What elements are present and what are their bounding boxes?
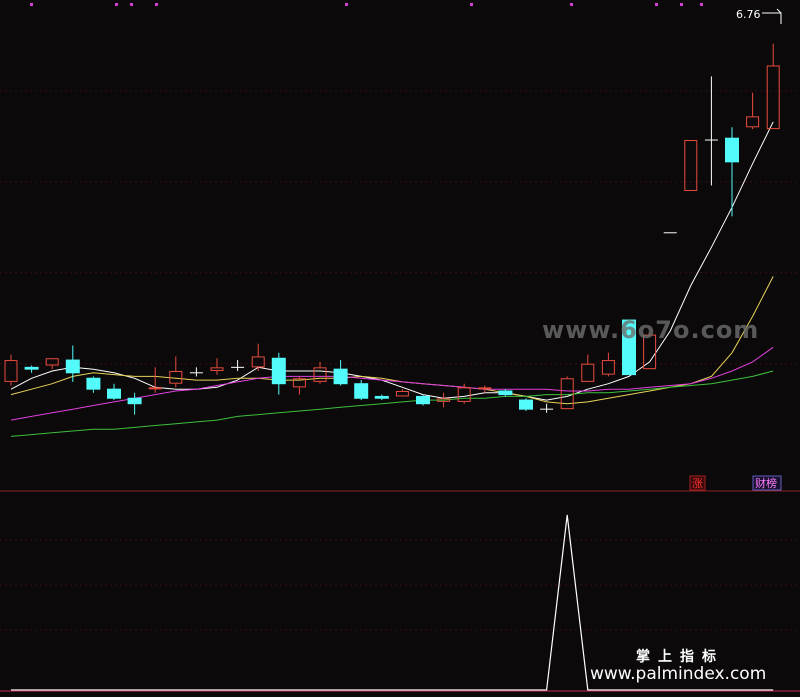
candle-24 [498, 389, 513, 397]
top-dot-1 [115, 3, 118, 6]
top-dot-8 [680, 3, 683, 6]
candle-27 [560, 376, 574, 410]
candle-body-23 [478, 387, 492, 390]
top-dot-0 [30, 3, 33, 6]
candle-body-16 [333, 368, 348, 385]
candle-25 [519, 398, 533, 411]
watermark-url: www.palmindex.com [590, 664, 766, 684]
candle-body-8 [169, 370, 183, 384]
candle-4 [86, 376, 101, 393]
candle-10 [210, 358, 224, 375]
candle-14 [292, 376, 306, 395]
candle-body-20 [416, 395, 430, 405]
top-dot-6 [570, 3, 573, 6]
top-dot-7 [655, 3, 658, 6]
candle-body-10 [210, 367, 224, 371]
candle-body-6 [127, 397, 142, 405]
ma5-line [10, 121, 774, 401]
candle-body-29 [601, 360, 615, 375]
candle-35 [725, 127, 739, 217]
candle-body-35 [725, 137, 739, 163]
candle-17 [354, 380, 369, 401]
indicator-tag-zhang: 涨 [689, 475, 706, 491]
candle-body-3 [65, 359, 80, 374]
candle-19 [395, 389, 409, 397]
candle-18 [374, 394, 389, 401]
top-dot-3 [155, 3, 158, 6]
candle-body-13 [271, 357, 286, 385]
candle-body-24 [498, 390, 513, 396]
candle-body-33 [684, 140, 698, 191]
top-marker-dots [30, 3, 703, 6]
candle-1 [24, 365, 39, 373]
last-price-label: 6.76 [736, 8, 761, 21]
candle-28 [581, 354, 595, 382]
candle-body-7 [148, 387, 162, 390]
tag-caibang-label: 财榜 [755, 476, 777, 490]
top-dot-4 [345, 3, 348, 6]
candle-5 [107, 383, 121, 401]
price-arrow-icon [762, 8, 782, 24]
indicator-tag-caibang: 财榜 [752, 475, 782, 491]
candle-23 [478, 385, 492, 393]
candle-body-22 [457, 387, 471, 402]
candle-34 [704, 76, 718, 186]
candle-13 [271, 352, 286, 395]
candle-9 [189, 367, 203, 377]
candle-0 [4, 354, 18, 386]
candle-37 [766, 43, 780, 130]
candle-body-4 [86, 377, 101, 390]
grid-lines [0, 90, 800, 631]
candle-8 [169, 356, 183, 388]
candle-20 [416, 394, 430, 406]
candle-6 [127, 392, 142, 415]
top-dot-5 [470, 3, 473, 6]
candle-11 [231, 360, 245, 371]
top-dot-2 [130, 3, 133, 6]
candle-7 [148, 367, 162, 393]
candle-body-1 [24, 366, 39, 370]
moving-average-lines [10, 121, 774, 437]
top-dot-9 [700, 3, 703, 6]
candle-29 [601, 352, 615, 377]
candle-3 [65, 345, 80, 382]
stock-chart: 6.76 www.6o7o.com 涨 财榜 掌上指标 www.palminde… [0, 3, 800, 692]
watermark-site: www.6o7o.com [542, 316, 759, 344]
candle-26 [540, 403, 554, 413]
candle-15 [313, 361, 327, 384]
candle-36 [746, 92, 760, 130]
candle-body-18 [374, 395, 389, 399]
tag-zhang-label: 涨 [692, 477, 703, 490]
candle-body-19 [395, 390, 409, 397]
candle-body-36 [746, 116, 760, 128]
candle-body-28 [581, 363, 595, 382]
candle-body-37 [766, 65, 780, 130]
candle-body-17 [354, 383, 369, 399]
candlesticks [4, 43, 780, 415]
watermark-cn: 掌上指标 [636, 648, 724, 665]
candle-body-5 [107, 388, 121, 399]
candle-33 [684, 140, 698, 191]
candle-12 [251, 343, 265, 371]
candle-body-15 [313, 367, 327, 382]
candle-body-12 [251, 356, 265, 368]
candle-body-25 [519, 399, 533, 410]
